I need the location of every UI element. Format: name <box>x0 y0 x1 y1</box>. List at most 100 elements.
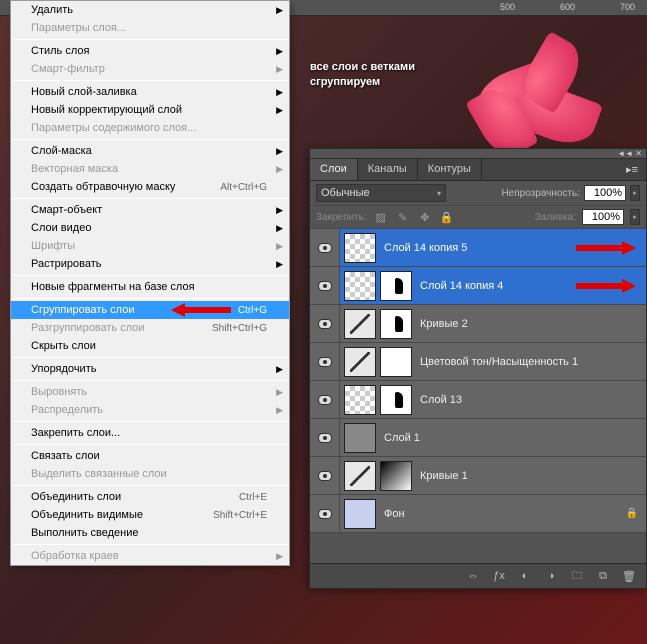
add-mask-icon[interactable]: ◐ <box>516 568 534 584</box>
menu-flatten[interactable]: Выполнить сведение <box>11 524 289 542</box>
layer-name[interactable]: Фон <box>384 508 626 520</box>
layers-panel: ◄◄ ✕ Слои Каналы Контуры ▸≡ Обычные▾ Неп… <box>309 148 647 589</box>
adjustment-thumbnail[interactable] <box>344 461 376 491</box>
layer-row[interactable]: Кривые 2 <box>310 305 646 343</box>
opacity-input[interactable]: 100% <box>584 185 626 201</box>
menu-video-layers[interactable]: Слои видео▶ <box>11 219 289 237</box>
panel-footer: ⇔ ƒx ◐ ◑ 🗀 ⧉ 🗑 <box>310 563 646 588</box>
layer-name[interactable]: Слой 13 <box>420 394 646 406</box>
menu-new-adj-layer[interactable]: Новый корректирующий слой▶ <box>11 101 289 119</box>
layer-thumbnail[interactable] <box>344 271 376 301</box>
visibility-eye-icon[interactable] <box>318 357 332 367</box>
opacity-slider-icon[interactable]: ▸ <box>630 185 640 201</box>
menu-merge-layers[interactable]: Объединить слоиCtrl+E <box>11 488 289 506</box>
menu-align: Выровнять▶ <box>11 383 289 401</box>
layer-name[interactable]: Слой 14 копия 4 <box>420 280 646 292</box>
visibility-eye-icon[interactable] <box>318 509 332 519</box>
layer-thumbnail[interactable] <box>344 385 376 415</box>
layer-mask-thumbnail[interactable] <box>380 461 412 491</box>
menu-merge-visible[interactable]: Объединить видимыеShift+Ctrl+E <box>11 506 289 524</box>
layer-mask-thumbnail[interactable] <box>380 347 412 377</box>
layers-list: Слой 14 копия 5 Слой 14 копия 4 Кривые 2… <box>310 229 646 563</box>
layer-name[interactable]: Кривые 1 <box>420 470 646 482</box>
layer-mask-thumbnail[interactable] <box>380 309 412 339</box>
adjustment-thumbnail[interactable] <box>344 309 376 339</box>
menu-group-layers[interactable]: Сгруппировать слоиCtrl+G <box>11 301 289 319</box>
tab-layers[interactable]: Слои <box>310 159 358 180</box>
lock-position-icon[interactable]: ✥ <box>417 209 433 225</box>
flower-decoration <box>457 40 637 160</box>
layer-name[interactable]: Слой 1 <box>384 432 646 444</box>
menu-fonts: Шрифты▶ <box>11 237 289 255</box>
menu-smart-filter: Смарт-фильтр▶ <box>11 60 289 78</box>
visibility-eye-icon[interactable] <box>318 433 332 443</box>
layer-context-menu: Удалить▶ Параметры слоя... Стиль слоя▶ С… <box>10 0 290 566</box>
new-layer-icon[interactable]: ⧉ <box>594 568 612 584</box>
menu-distribute: Распределить▶ <box>11 401 289 419</box>
layer-thumbnail[interactable] <box>344 499 376 529</box>
menu-layer-mask[interactable]: Слой-маска▶ <box>11 142 289 160</box>
ruler-tick: 700 <box>620 2 635 12</box>
layer-row[interactable]: Кривые 1 <box>310 457 646 495</box>
fill-label: Заливка: <box>535 212 576 223</box>
ruler-tick: 600 <box>560 2 575 12</box>
visibility-eye-icon[interactable] <box>318 471 332 481</box>
menu-vector-mask: Векторная маска▶ <box>11 160 289 178</box>
fill-input[interactable]: 100% <box>582 209 624 225</box>
lock-icon: 🔒 <box>626 508 638 519</box>
lock-pixels-icon[interactable]: ✎ <box>395 209 411 225</box>
menu-new-slices[interactable]: Новые фрагменты на базе слоя <box>11 278 289 296</box>
menu-content-params: Параметры содержимого слоя... <box>11 119 289 137</box>
visibility-eye-icon[interactable] <box>318 243 332 253</box>
new-group-icon[interactable]: 🗀 <box>568 568 586 584</box>
menu-rasterize[interactable]: Растрировать▶ <box>11 255 289 273</box>
panel-tabs: Слои Каналы Контуры ▸≡ <box>310 159 646 181</box>
lock-transparency-icon[interactable]: ▨ <box>373 209 389 225</box>
layer-mask-thumbnail[interactable] <box>380 385 412 415</box>
menu-ungroup-layers: Разгруппировать слоиShift+Ctrl+G <box>11 319 289 337</box>
menu-arrange[interactable]: Упорядочить▶ <box>11 360 289 378</box>
layer-name[interactable]: Слой 14 копия 5 <box>384 242 646 254</box>
tab-paths[interactable]: Контуры <box>418 159 482 180</box>
ruler-tick: 500 <box>500 2 515 12</box>
layer-row[interactable]: Слой 14 копия 4 <box>310 267 646 305</box>
link-layers-icon[interactable]: ⇔ <box>464 568 482 584</box>
layer-row[interactable]: Цветовой тон/Насыщенность 1 <box>310 343 646 381</box>
menu-lock-layers[interactable]: Закрепить слои... <box>11 424 289 442</box>
canvas-annotation-text: все слои с ветками сгруппируем <box>310 50 415 90</box>
opacity-label: Непрозрачность: <box>501 188 580 199</box>
arrow-annotation-icon <box>171 303 231 317</box>
visibility-eye-icon[interactable] <box>318 319 332 329</box>
fill-slider-icon[interactable]: ▸ <box>630 209 640 225</box>
menu-hide-layers[interactable]: Скрыть слои <box>11 337 289 355</box>
lock-all-icon[interactable]: 🔒 <box>439 209 455 225</box>
menu-smart-object[interactable]: Смарт-объект▶ <box>11 201 289 219</box>
layer-thumbnail[interactable] <box>344 233 376 263</box>
menu-delete[interactable]: Удалить▶ <box>11 1 289 19</box>
layer-row[interactable]: Слой 1 <box>310 419 646 457</box>
blend-mode-dropdown[interactable]: Обычные▾ <box>316 184 446 202</box>
panel-collapse-bar[interactable]: ◄◄ ✕ <box>310 149 646 159</box>
visibility-eye-icon[interactable] <box>318 281 332 291</box>
panel-menu-icon[interactable]: ▸≡ <box>618 159 646 180</box>
menu-create-clip-mask[interactable]: Создать обтравочную маскуAlt+Ctrl+G <box>11 178 289 196</box>
visibility-eye-icon[interactable] <box>318 395 332 405</box>
menu-select-linked: Выделить связанные слои <box>11 465 289 483</box>
layer-name[interactable]: Кривые 2 <box>420 318 646 330</box>
menu-layer-params: Параметры слоя... <box>11 19 289 37</box>
tab-channels[interactable]: Каналы <box>358 159 418 180</box>
layer-style-icon[interactable]: ƒx <box>490 568 508 584</box>
menu-new-fill-layer[interactable]: Новый слой-заливка▶ <box>11 83 289 101</box>
layer-row[interactable]: Слой 14 копия 5 <box>310 229 646 267</box>
layer-row[interactable]: Слой 13 <box>310 381 646 419</box>
menu-link-layers[interactable]: Связать слои <box>11 447 289 465</box>
layer-mask-thumbnail[interactable] <box>380 271 412 301</box>
layer-thumbnail[interactable] <box>344 423 376 453</box>
new-adjustment-icon[interactable]: ◑ <box>542 568 560 584</box>
adjustment-thumbnail[interactable] <box>344 347 376 377</box>
menu-layer-style[interactable]: Стиль слоя▶ <box>11 42 289 60</box>
layer-name[interactable]: Цветовой тон/Насыщенность 1 <box>420 356 646 368</box>
layer-row[interactable]: Фон 🔒 <box>310 495 646 533</box>
lock-label: Закрепить: <box>316 212 367 223</box>
delete-layer-icon[interactable]: 🗑 <box>620 568 638 584</box>
